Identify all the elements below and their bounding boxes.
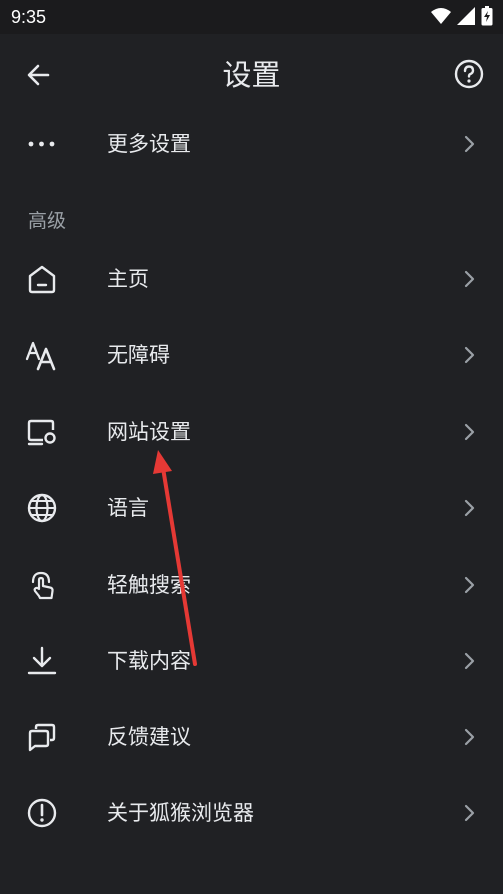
site-settings-icon: [27, 419, 56, 446]
download-icon: [27, 646, 57, 675]
help-icon[interactable]: [451, 56, 487, 92]
settings-item-feedback[interactable]: 反馈建议: [0, 702, 503, 772]
app-bar: 设置: [0, 34, 503, 114]
status-time: 9:35: [11, 7, 47, 27]
settings-item-site-settings[interactable]: 网站设置: [0, 397, 503, 467]
chevron-right-icon: [464, 346, 475, 364]
settings-item-touch-search[interactable]: 轻触搜索: [0, 550, 503, 620]
settings-item-language[interactable]: 语言: [0, 473, 503, 543]
settings-item-home[interactable]: 主页: [0, 244, 503, 314]
chevron-right-icon: [464, 135, 475, 153]
settings-item-label: 反馈建议: [107, 725, 191, 749]
chevron-right-icon: [464, 576, 475, 594]
signal-icon: [457, 7, 475, 25]
more-settings-row[interactable]: 更多设置: [0, 109, 503, 179]
settings-item-label: 关于狐猴浏览器: [107, 801, 254, 825]
more-dots-icon: [28, 141, 55, 147]
section-header-advanced: 高级: [28, 210, 67, 232]
status-icons: [431, 6, 493, 26]
settings-item-label: 下载内容: [107, 649, 191, 673]
settings-item-downloads[interactable]: 下载内容: [0, 626, 503, 696]
settings-item-label: 网站设置: [107, 420, 191, 444]
feedback-icon: [28, 723, 56, 752]
more-settings-label: 更多设置: [107, 132, 191, 156]
settings-item-label: 无障碍: [107, 343, 170, 367]
chevron-right-icon: [464, 423, 475, 441]
chevron-right-icon: [464, 270, 475, 288]
settings-item-label: 轻触搜索: [107, 573, 191, 597]
wifi-icon: [431, 8, 451, 24]
chevron-right-icon: [464, 499, 475, 517]
chevron-right-icon: [464, 652, 475, 670]
settings-item-about[interactable]: 关于狐猴浏览器: [0, 778, 503, 848]
chevron-right-icon: [464, 804, 475, 822]
battery-icon: [481, 6, 493, 26]
chevron-right-icon: [464, 728, 475, 746]
home-icon: [28, 265, 56, 294]
info-icon: [27, 798, 57, 828]
globe-icon: [27, 493, 57, 523]
status-bar: 9:35: [0, 0, 503, 34]
settings-item-accessibility[interactable]: 无障碍: [0, 320, 503, 390]
page-title: 设置: [222, 58, 281, 92]
touch-icon: [31, 571, 54, 600]
accessibility-text-icon: [25, 341, 56, 371]
settings-item-label: 语言: [107, 496, 149, 520]
settings-item-label: 主页: [107, 267, 149, 291]
